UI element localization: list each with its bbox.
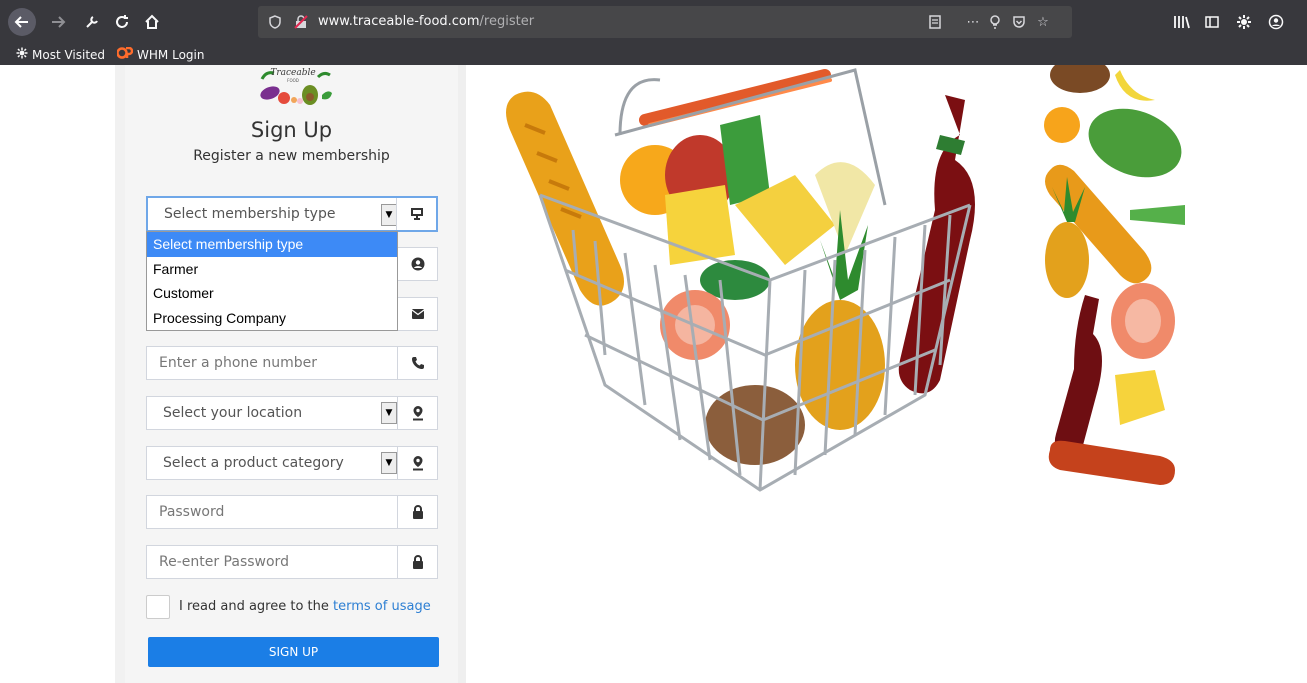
bookmark-star-icon[interactable]: ☆ (1034, 13, 1052, 31)
coconut-small-image (1050, 65, 1110, 93)
membership-addon (396, 198, 436, 230)
back-arrow-icon (14, 16, 28, 28)
location-select-value: Select your location (163, 405, 303, 421)
banana-image (1115, 70, 1155, 101)
phone-icon (411, 357, 424, 369)
wrench-icon (86, 16, 98, 28)
reload-button[interactable] (110, 10, 134, 34)
bookmark-most-visited[interactable]: Most Visited (16, 47, 105, 62)
page-title: Sign Up (250, 118, 333, 142)
site-logo: Traceable FOOD (248, 65, 338, 107)
reader-view-icon[interactable] (926, 13, 944, 31)
shield-icon[interactable] (266, 13, 284, 31)
watermelon-image (1088, 108, 1182, 178)
gear-icon (16, 47, 28, 62)
forward-button[interactable] (46, 10, 70, 34)
terms-label: I read and agree to the terms of usage (179, 599, 431, 614)
logo-subtext: FOOD (287, 78, 299, 83)
membership-type-select[interactable]: Select membership type ▼ (146, 196, 438, 232)
reenter-password-placeholder: Re-enter Password (159, 554, 289, 570)
cabbage-image (815, 162, 875, 255)
reenter-password-field[interactable]: Re-enter Password (146, 545, 438, 579)
password-addon (397, 496, 437, 528)
chevron-down-icon[interactable]: ▼ (381, 452, 397, 474)
url-bar[interactable]: www.traceable-food.com/register ⋯ ☆ (258, 6, 1072, 38)
membership-select-value: Select membership type (164, 206, 336, 222)
tools-button[interactable] (80, 10, 104, 34)
map-marker-icon (412, 456, 423, 471)
membership-dropdown[interactable]: Select membership type Farmer Customer P… (146, 231, 398, 331)
cheese-small-image (1115, 370, 1165, 425)
bookmark-label: Most Visited (32, 47, 106, 62)
category-addon (397, 447, 437, 479)
pocket-icon[interactable] (1010, 13, 1028, 31)
home-icon (145, 14, 159, 29)
gear-icon (1237, 15, 1251, 29)
bookmark-whm-login[interactable]: WHM Login (116, 46, 205, 62)
reload-icon (116, 15, 128, 28)
email-addon (397, 298, 437, 330)
terms-checkbox[interactable] (146, 595, 170, 619)
product-category-select[interactable]: Select a product category ▼ (146, 446, 438, 480)
membership-option[interactable]: Customer (147, 281, 397, 306)
lock-icon (412, 555, 423, 569)
leek-small-image (1130, 205, 1185, 225)
membership-option[interactable]: Select membership type (147, 232, 397, 257)
account-icon (1268, 14, 1284, 30)
basket-handle (639, 69, 831, 126)
account-button[interactable] (1264, 10, 1288, 34)
bulb-icon[interactable] (986, 13, 1004, 31)
lock-icon (412, 505, 423, 519)
pineapple-image (795, 300, 885, 430)
user-addon (397, 248, 437, 280)
home-button[interactable] (140, 10, 164, 34)
extension-button[interactable] (1232, 10, 1256, 34)
location-addon (397, 397, 437, 429)
library-button[interactable] (1170, 10, 1194, 34)
category-select-value: Select a product category (163, 455, 344, 471)
page-subtitle: Register a new membership (193, 148, 390, 164)
chevron-down-icon[interactable]: ▼ (381, 204, 397, 226)
bookmark-label: WHM Login (137, 47, 205, 62)
envelope-icon (411, 309, 424, 319)
phone-field[interactable]: Enter a phone number (146, 346, 438, 380)
url-text[interactable]: www.traceable-food.com/register (318, 14, 534, 29)
password-placeholder: Password (159, 504, 225, 520)
chevron-down-icon[interactable]: ▼ (381, 402, 397, 424)
phone-placeholder: Enter a phone number (159, 355, 317, 371)
page-gutter-right (458, 65, 466, 683)
bookmarks-toolbar: Most Visited WHM Login (0, 44, 1307, 65)
user-circle-icon (411, 257, 424, 271)
cpanel-logo-icon (116, 46, 134, 62)
map-marker-icon (412, 406, 423, 421)
terms-row: I read and agree to the terms of usage (146, 595, 446, 619)
sidebar-icon (1205, 16, 1219, 28)
membership-option[interactable]: Processing Company (147, 306, 397, 331)
page-gutter-left (115, 65, 125, 683)
grocery-basket-illustration (506, 65, 1185, 492)
coconut-image (705, 385, 805, 465)
more-actions-icon[interactable]: ⋯ (964, 13, 982, 31)
membership-option[interactable]: Farmer (147, 257, 397, 282)
insecure-lock-icon[interactable] (292, 13, 310, 31)
reenter-password-addon (397, 546, 437, 578)
orange-small-image (1044, 107, 1080, 143)
password-field[interactable]: Password (146, 495, 438, 529)
logo-text: Traceable (270, 68, 315, 78)
browser-toolbar: www.traceable-food.com/register ⋯ ☆ (0, 0, 1307, 44)
sausage-image (1048, 440, 1175, 485)
signup-button[interactable]: SIGN UP (148, 637, 439, 667)
library-icon (1174, 16, 1190, 29)
wine-bottle-small-image (1054, 295, 1102, 457)
back-button[interactable] (8, 8, 36, 36)
forward-arrow-icon (52, 16, 66, 28)
baguette-image (506, 91, 624, 306)
monitor-icon (410, 208, 423, 220)
sidebar-button[interactable] (1200, 10, 1224, 34)
location-select[interactable]: Select your location ▼ (146, 396, 438, 430)
pineapple-small-image (1045, 222, 1089, 298)
terms-link[interactable]: terms of usage (333, 599, 431, 614)
phone-addon (397, 347, 437, 379)
